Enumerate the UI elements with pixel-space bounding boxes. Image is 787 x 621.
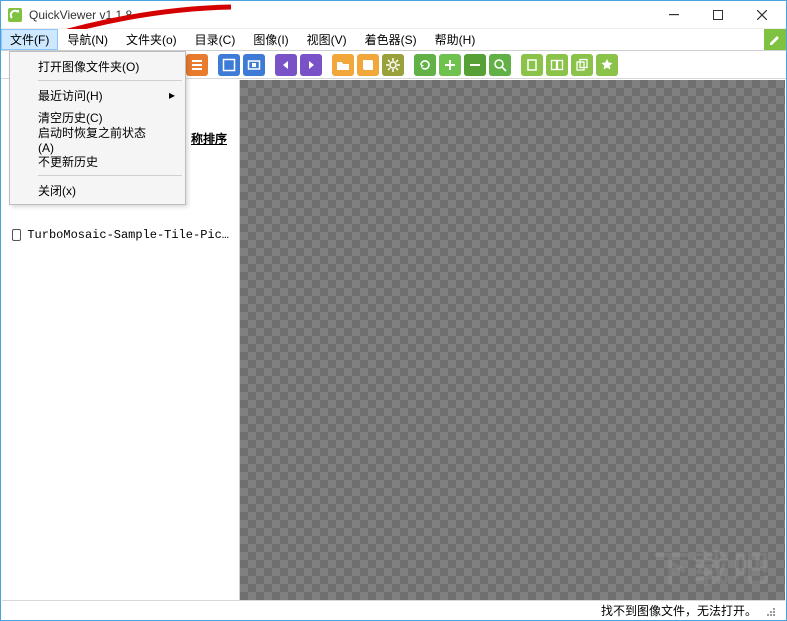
clone-icon [575,58,589,72]
toolbar-settings-button[interactable] [382,54,404,76]
gear-icon [386,58,400,72]
checkbox-icon[interactable] [12,229,21,241]
watermark: 下载吧 [653,540,773,592]
window-title: QuickViewer v1.1.8 [29,8,132,22]
maximize-button[interactable] [696,1,740,29]
menu-bar: 文件(F) 导航(N) 文件夹(o) 目录(C) 图像(I) 视图(V) 着色器… [1,29,786,51]
toolbar-zoom-in-button[interactable] [439,54,461,76]
fit-window-icon [222,58,236,72]
toolbar-fit-width-button[interactable] [243,54,265,76]
book-icon [361,58,375,72]
menu-shader[interactable]: 着色器(S) [356,29,426,50]
toolbar-page-first-button[interactable] [275,54,297,76]
magnifier-icon [493,58,507,72]
status-message: 找不到图像文件，无法打开。 [601,602,757,619]
app-icon [7,7,23,23]
sort-header[interactable]: 称排序 [191,124,233,151]
menubar-corner-button[interactable] [764,29,786,50]
fit-width-icon [247,58,261,72]
menu-nav[interactable]: 导航(N) [58,29,117,50]
toolbar-zoom-fit-button[interactable] [489,54,511,76]
toolbar-single-page-button[interactable] [521,54,543,76]
image-canvas[interactable]: 下载吧 [240,80,785,600]
close-button[interactable] [740,1,784,29]
file-list-item[interactable]: TurboMosaic-Sample-Tile-Pic… [2,227,239,243]
toolbar-dual-page-button[interactable] [546,54,568,76]
page-first-icon [279,58,293,72]
single-page-icon [525,58,539,72]
toolbar-zoom-out-button[interactable] [464,54,486,76]
toolbar-page-last-button[interactable] [300,54,322,76]
toolbar-bookmark-button[interactable] [596,54,618,76]
close-icon [757,10,767,20]
refresh-icon [418,58,432,72]
menu-open-image-folder[interactable]: 打开图像文件夹(O) [12,55,183,77]
toolbar-open-folder-button[interactable] [332,54,354,76]
minus-icon [468,58,482,72]
toolbar-refresh-button[interactable] [414,54,436,76]
toolbar-clone-button[interactable] [571,54,593,76]
menu-restore-state[interactable]: 启动时恢复之前状态(A) [12,128,183,150]
menu-help[interactable]: 帮助(H) [426,29,485,50]
menu-separator [38,80,182,81]
menu-separator [38,175,182,176]
minimize-button[interactable] [652,1,696,29]
minimize-icon [669,10,679,20]
open-folder-icon [336,58,350,72]
edit-icon [768,33,782,47]
resize-grip-icon[interactable] [763,604,777,618]
maximize-icon [713,10,723,20]
menu-view[interactable]: 视图(V) [298,29,356,50]
menu-file[interactable]: 文件(F) [1,29,58,50]
menu-close[interactable]: 关闭(x) [12,179,183,201]
submenu-arrow-icon: ▸ [169,88,175,102]
menu-no-update-history[interactable]: 不更新历史 [12,150,183,172]
file-name-label: TurboMosaic-Sample-Tile-Pic… [27,228,229,242]
bookmark-icon [600,58,614,72]
toolbar-list-button[interactable] [186,54,208,76]
menu-recent-label: 最近访问(H) [38,87,103,104]
page-last-icon [304,58,318,72]
menu-recent[interactable]: 最近访问(H) ▸ [12,84,183,106]
toolbar-book-button[interactable] [357,54,379,76]
menu-folders[interactable]: 文件夹(o) [117,29,186,50]
dual-page-icon [550,58,564,72]
status-bar: 找不到图像文件，无法打开。 [2,600,785,620]
menu-catalog[interactable]: 目录(C) [186,29,245,50]
menu-image[interactable]: 图像(I) [244,29,297,50]
title-bar: QuickViewer v1.1.8 [1,1,786,29]
file-menu-dropdown: 打开图像文件夹(O) 最近访问(H) ▸ 清空历史(C) 启动时恢复之前状态(A… [9,51,186,205]
list-icon [190,58,204,72]
plus-icon [443,58,457,72]
toolbar-fit-window-button[interactable] [218,54,240,76]
